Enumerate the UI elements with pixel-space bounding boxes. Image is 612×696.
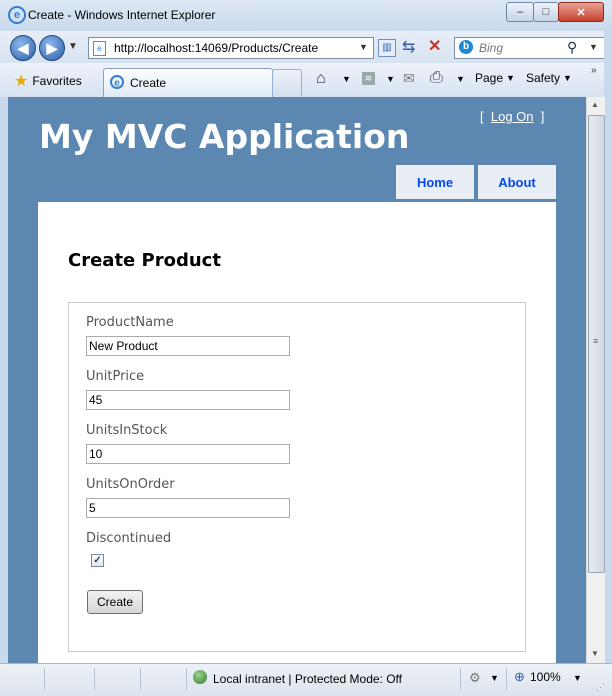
- intranet-zone-icon: [193, 670, 207, 684]
- page-menu-label: Page: [475, 71, 504, 85]
- back-button[interactable]: ◀: [10, 35, 36, 61]
- scroll-thumb[interactable]: ≡: [588, 115, 605, 573]
- title-bar: e Create - Windows Internet Explorer – □…: [0, 0, 612, 32]
- safety-menu-label: Safety: [526, 71, 561, 85]
- page-icon: e: [93, 41, 106, 56]
- product-name-input[interactable]: [86, 336, 290, 356]
- status-separator: [44, 668, 45, 690]
- vertical-scrollbar[interactable]: ▲ ≡ ▼: [586, 97, 605, 663]
- logon-link[interactable]: Log On: [491, 109, 534, 124]
- search-box[interactable]: b Bing ⚲ ▼: [454, 37, 606, 59]
- safety-menu-dropdown-icon: ▼: [563, 73, 572, 83]
- minimize-button[interactable]: –: [506, 2, 534, 22]
- page-menu[interactable]: Page ▼: [475, 71, 515, 85]
- page-menu-dropdown-icon: ▼: [506, 73, 515, 83]
- units-in-stock-label: UnitsInStock: [86, 423, 168, 438]
- resize-grip-icon[interactable]: ⋰: [596, 682, 605, 693]
- logon-display: [ Log On ]: [480, 109, 544, 124]
- address-bar[interactable]: e http://localhost:14069/Products/Create…: [88, 37, 374, 59]
- toolbar-overflow-icon[interactable]: »: [591, 65, 597, 76]
- search-icon[interactable]: ⚲: [567, 39, 577, 56]
- menu-home[interactable]: Home: [396, 165, 474, 199]
- status-separator: [186, 668, 187, 690]
- tab-title: Create: [130, 76, 167, 90]
- safety-menu[interactable]: Safety ▼: [526, 71, 572, 85]
- close-button[interactable]: ✕: [558, 2, 604, 22]
- units-on-order-label: UnitsOnOrder: [86, 477, 175, 492]
- recent-pages-dropdown-icon[interactable]: ▼: [68, 41, 78, 52]
- navigation-bar: ◀ ▶ ▼ e http://localhost:14069/Products/…: [0, 31, 612, 63]
- product-fieldset: ProductName UnitPrice UnitsInStock Units…: [68, 302, 526, 652]
- ie-logo-icon: e: [8, 6, 26, 24]
- stop-icon[interactable]: ✕: [428, 36, 441, 56]
- zoom-icon[interactable]: ⊕: [514, 669, 525, 685]
- command-bar: ★ Favorites e Create ⌂ ▼ ≋ ▼ ✉ ⎙ ▼ Page …: [0, 63, 612, 98]
- search-dropdown-icon[interactable]: ▼: [589, 42, 598, 52]
- status-separator: [460, 668, 461, 690]
- zoom-level[interactable]: 100%: [530, 670, 561, 684]
- feeds-dropdown-icon[interactable]: ▼: [386, 74, 395, 84]
- favorites-button[interactable]: ★ Favorites: [14, 71, 82, 91]
- page-viewport: My MVC Application [ Log On ] Home About…: [8, 97, 586, 663]
- search-placeholder: Bing: [479, 41, 504, 55]
- unit-price-label: UnitPrice: [86, 369, 145, 384]
- logon-bracket-open: [: [480, 109, 484, 124]
- star-icon: ★: [14, 73, 29, 90]
- status-separator: [506, 668, 507, 690]
- home-icon[interactable]: ⌂: [316, 70, 326, 88]
- tab-page-icon: e: [110, 75, 124, 89]
- menu-about[interactable]: About: [478, 165, 556, 199]
- main-content: Create Product ProductName UnitPrice Uni…: [38, 202, 556, 663]
- window-frame-left: [0, 97, 8, 663]
- status-separator: [140, 668, 141, 690]
- refresh-icon[interactable]: ⇆: [402, 37, 415, 57]
- discontinued-checkbox[interactable]: ✓: [91, 554, 104, 567]
- security-dropdown-icon[interactable]: ▼: [490, 673, 499, 683]
- zone-status: Local intranet | Protected Mode: Off: [213, 672, 402, 686]
- units-in-stock-input[interactable]: [86, 444, 290, 464]
- favorites-label: Favorites: [32, 74, 82, 88]
- home-dropdown-icon[interactable]: ▼: [342, 74, 351, 84]
- maximize-button[interactable]: □: [533, 2, 559, 22]
- status-bar: Local intranet | Protected Mode: Off ⚙ ▼…: [0, 663, 612, 696]
- tab-create[interactable]: e Create: [103, 68, 273, 97]
- new-tab-button[interactable]: [272, 69, 302, 96]
- product-name-label: ProductName: [86, 315, 174, 330]
- discontinued-label: Discontinued: [86, 531, 172, 546]
- window-title: Create - Windows Internet Explorer: [28, 8, 216, 22]
- feeds-icon[interactable]: ≋: [362, 72, 375, 85]
- unit-price-input[interactable]: [86, 390, 290, 410]
- address-dropdown-icon[interactable]: ▼: [359, 42, 368, 52]
- scroll-down-arrow-icon[interactable]: ▼: [591, 649, 599, 658]
- page-heading: Create Product: [68, 250, 221, 271]
- print-dropdown-icon[interactable]: ▼: [456, 74, 465, 84]
- site-title: My MVC Application: [39, 117, 410, 156]
- status-separator: [94, 668, 95, 690]
- logon-bracket-close: ]: [540, 109, 545, 124]
- units-on-order-input[interactable]: [86, 498, 290, 518]
- zoom-dropdown-icon[interactable]: ▼: [573, 673, 582, 683]
- address-url: http://localhost:14069/Products/Create: [114, 41, 319, 55]
- print-icon[interactable]: ⎙: [430, 69, 443, 87]
- create-button[interactable]: Create: [87, 590, 143, 614]
- mail-icon[interactable]: ✉: [403, 70, 415, 87]
- compatibility-view-icon[interactable]: ▥: [378, 39, 396, 57]
- forward-button[interactable]: ▶: [39, 35, 65, 61]
- bing-icon: b: [459, 40, 473, 54]
- window-frame-right: [604, 31, 612, 695]
- security-icon[interactable]: ⚙: [469, 670, 481, 686]
- scroll-grip-icon: ≡: [593, 336, 599, 346]
- scroll-up-arrow-icon[interactable]: ▲: [591, 100, 599, 109]
